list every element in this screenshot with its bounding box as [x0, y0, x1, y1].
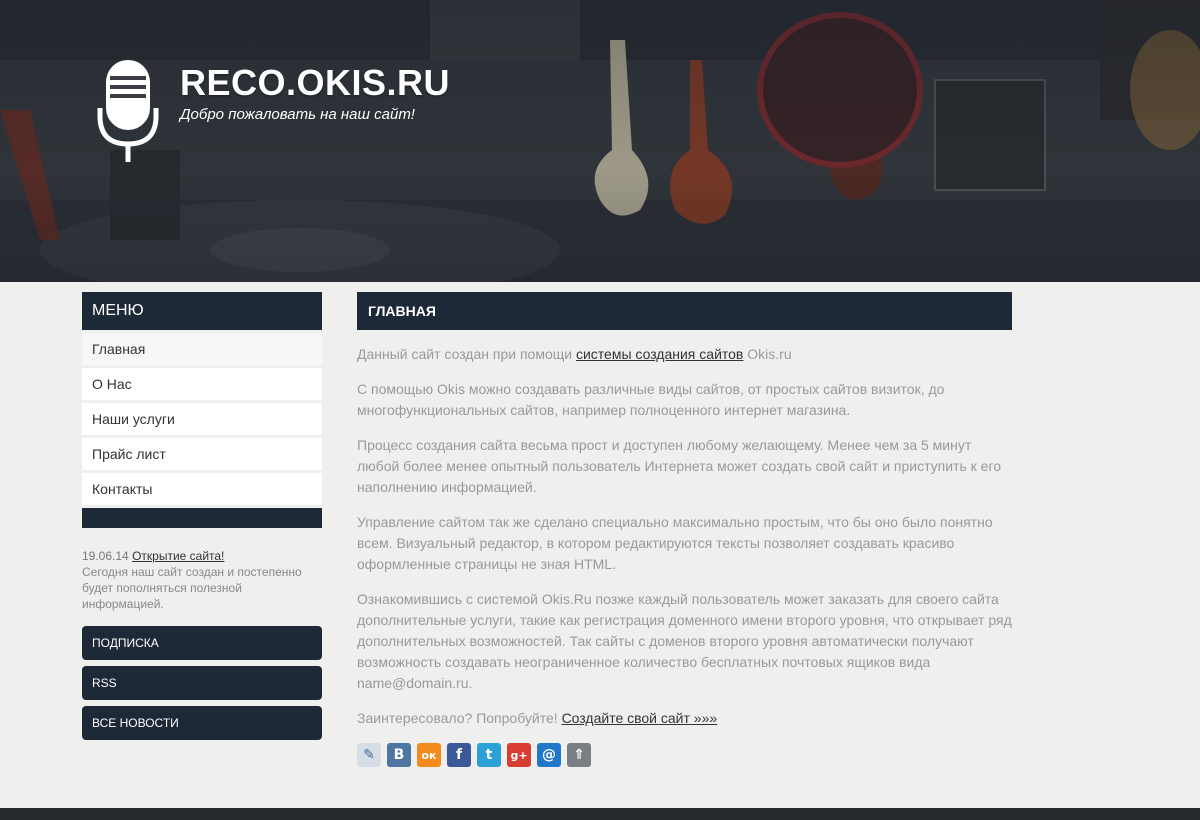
news-text: Сегодня наш сайт создан и постепенно буд… [82, 565, 302, 611]
subscribe-button[interactable]: ПОДПИСКА [82, 626, 322, 660]
menu-footer-bar [82, 508, 322, 528]
twitter-icon[interactable]: t [477, 743, 501, 767]
odnoklassniki-icon[interactable]: ок [417, 743, 441, 767]
site-header: RECO.OKIS.RU Добро пожаловать на наш сай… [0, 0, 1200, 282]
menu-item-contacts[interactable]: Контакты [82, 473, 322, 505]
mailru-icon[interactable]: @ [537, 743, 561, 767]
main-content: ГЛАВНАЯ Данный сайт создан при помощи си… [357, 292, 1012, 767]
site-title[interactable]: RECO.OKIS.RU [180, 62, 450, 104]
news-title-link[interactable]: Открытие сайта! [132, 549, 224, 563]
menu-title: МЕНЮ [82, 292, 322, 330]
menu-item-home[interactable]: Главная [82, 333, 322, 365]
microphone-logo-icon [97, 60, 159, 162]
paragraph-6: Заинтересовало? Попробуйте! Создайте сво… [357, 710, 718, 726]
menu-item-about[interactable]: О Нас [82, 368, 322, 400]
livejournal-icon[interactable]: ✎ [357, 743, 381, 767]
google-plus-icon[interactable]: g+ [507, 743, 531, 767]
paragraph-1: Данный сайт создан при помощи системы со… [357, 346, 792, 362]
share-more-icon[interactable]: ⇑ [567, 743, 591, 767]
rss-button[interactable]: RSS [82, 666, 322, 700]
paragraph-3: Процесс создания сайта весьма прост и до… [357, 437, 1002, 495]
facebook-icon[interactable]: f [447, 743, 471, 767]
news-block: 19.06.14 Открытие сайта! Сегодня наш сай… [82, 548, 322, 612]
create-site-link[interactable]: Создайте свой сайт »»» [562, 710, 718, 726]
menu-list: Главная О Нас Наши услуги Прайс лист Кон… [82, 333, 322, 505]
page-title: ГЛАВНАЯ [357, 292, 1012, 330]
footer-bar [0, 808, 1200, 820]
paragraph-5: Ознакомившись с системой Okis.Ru позже к… [357, 591, 1012, 691]
menu-item-services[interactable]: Наши услуги [82, 403, 322, 435]
menu-item-price-list[interactable]: Прайс лист [82, 438, 322, 470]
site-slogan: Добро пожаловать на наш сайт! [180, 106, 415, 123]
vkontakte-icon[interactable]: B [387, 743, 411, 767]
news-date: 19.06.14 [82, 549, 129, 563]
paragraph-4: Управление сайтом так же сделано специал… [357, 514, 993, 572]
article-body: Данный сайт создан при помощи системы со… [357, 344, 1012, 729]
sidebar: МЕНЮ Главная О Нас Наши услуги Прайс лис… [82, 292, 322, 740]
social-share-bar: ✎ Bок f t g+ @ ⇑ [357, 743, 1012, 767]
paragraph-2: С помощью Okis можно создавать различные… [357, 381, 945, 418]
all-news-button[interactable]: ВСЕ НОВОСТИ [82, 706, 322, 740]
site-builder-link[interactable]: системы создания сайтов [576, 346, 743, 362]
